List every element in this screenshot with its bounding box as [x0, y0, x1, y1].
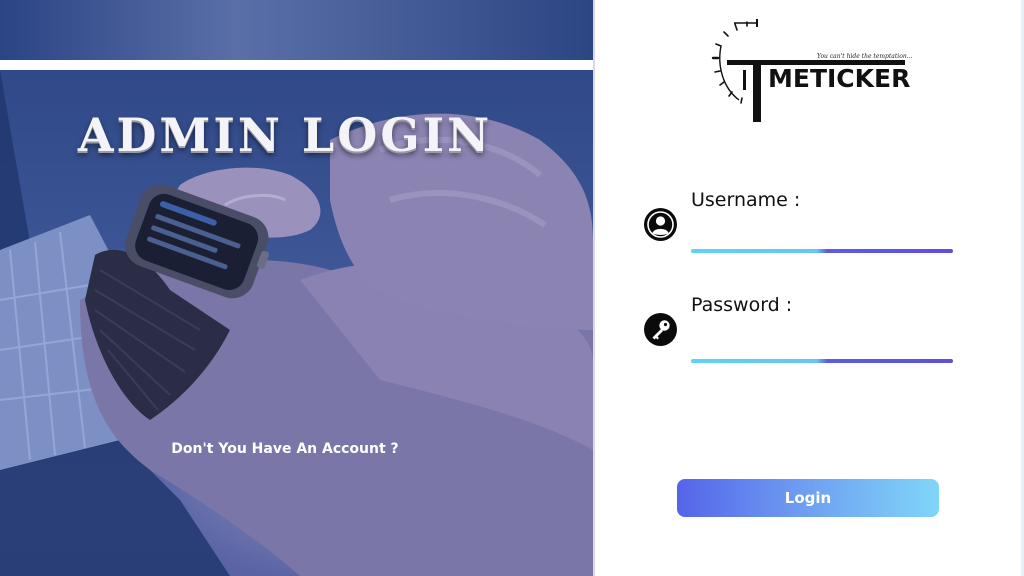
hero-top-strip [0, 0, 593, 60]
hero-divider [0, 60, 593, 70]
page-title: ADMIN LOGIN [77, 108, 493, 162]
key-icon [644, 313, 677, 346]
username-label: Username : [691, 189, 801, 211]
brand-wordmark: METICKER [768, 64, 911, 93]
hero-panel: ADMIN LOGIN Don't You Have An Account ? [0, 0, 593, 576]
username-underline [691, 249, 953, 253]
password-input[interactable] [691, 326, 953, 352]
login-button[interactable]: Login [677, 479, 939, 517]
signup-link[interactable]: Don't You Have An Account ? [150, 441, 420, 457]
user-icon [644, 208, 677, 241]
brand-tagline: You can't hide the temptation... [817, 53, 913, 60]
password-label: Password : [691, 294, 793, 316]
password-underline [691, 359, 953, 363]
username-input[interactable] [691, 218, 953, 244]
